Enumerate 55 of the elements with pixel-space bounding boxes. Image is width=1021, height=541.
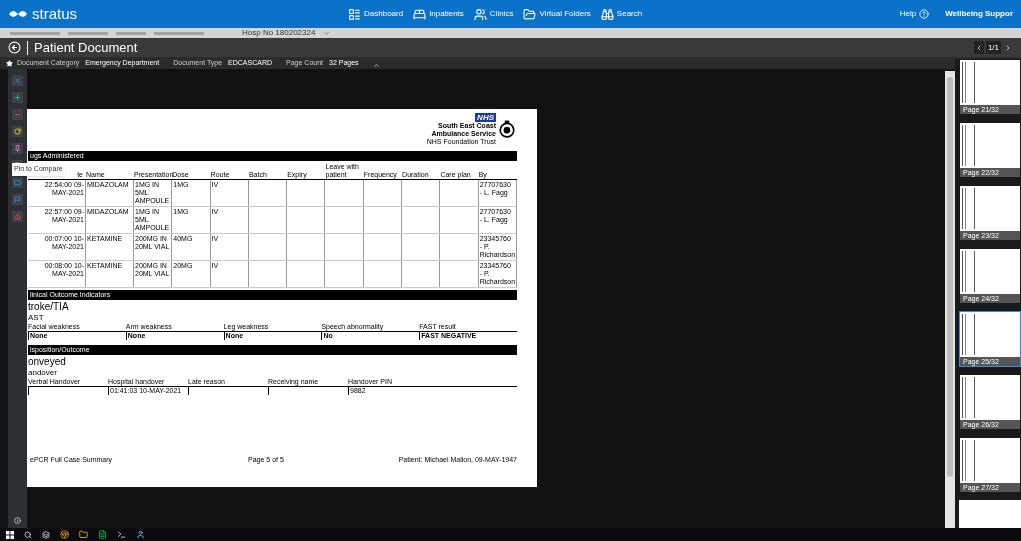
user-name[interactable]: Wellbeing Suppor xyxy=(945,8,1013,20)
folders-icon xyxy=(523,7,537,21)
rotate-icon[interactable] xyxy=(12,126,23,137)
dashboard-icon xyxy=(348,7,361,21)
previous-button[interactable] xyxy=(973,41,984,54)
thumbnail-preview xyxy=(960,186,1020,231)
hospital-number: Hosp No 180202324 xyxy=(242,29,316,37)
logo-icon xyxy=(8,8,28,20)
clinics-icon xyxy=(473,7,487,21)
folder-icon[interactable] xyxy=(12,177,23,188)
info-icon[interactable] xyxy=(14,517,21,524)
scrollbar[interactable] xyxy=(945,71,955,528)
task-view-icon[interactable] xyxy=(42,530,50,539)
thumbnail-preview xyxy=(960,60,1020,105)
page-indicator: 1/1 xyxy=(985,41,1001,54)
nav-link[interactable]: Search xyxy=(600,7,643,21)
blurred-text xyxy=(116,31,146,35)
nhs-badge: NHS xyxy=(475,112,496,122)
nav-link[interactable]: Virtual Folders xyxy=(523,7,591,21)
help-link[interactable]: Help xyxy=(899,8,930,20)
star-icon[interactable] xyxy=(6,59,13,67)
close-icon[interactable] xyxy=(12,75,23,86)
blurred-text xyxy=(68,31,108,35)
thumbnail-preview xyxy=(960,249,1020,294)
inpatients-icon xyxy=(413,7,427,21)
help-icon xyxy=(919,9,930,19)
thumbnail-preview xyxy=(960,375,1020,420)
crest-icon xyxy=(499,120,515,138)
document-icon[interactable] xyxy=(98,530,107,539)
search-icon[interactable] xyxy=(24,530,32,539)
blurred-text xyxy=(154,31,204,35)
page-title: Patient Document xyxy=(34,38,138,57)
nav-link[interactable]: Clinics xyxy=(473,7,514,21)
back-icon[interactable] xyxy=(8,41,21,54)
section-heading: troke/TIA xyxy=(28,300,70,313)
browser-icon[interactable] xyxy=(60,530,69,539)
thumbnail-preview xyxy=(960,438,1020,483)
search-icon xyxy=(600,7,614,21)
pin-icon[interactable] xyxy=(12,143,23,154)
terminal-icon[interactable] xyxy=(117,530,126,539)
thumbnail-preview xyxy=(960,123,1020,168)
thumbnail-preview xyxy=(960,312,1020,357)
zoom-in-icon[interactable] xyxy=(12,92,23,103)
subheading: AST xyxy=(28,313,45,323)
chevron-right-icon xyxy=(1004,43,1012,52)
nav-link[interactable]: Inpatients xyxy=(413,7,464,21)
section-heading: onveyed xyxy=(28,355,67,368)
subheading: andover xyxy=(28,368,58,378)
blurred-text xyxy=(10,31,60,35)
nav-link[interactable]: Dashboard xyxy=(348,7,404,21)
folder-icon[interactable] xyxy=(79,530,88,539)
chevron-up-icon[interactable] xyxy=(372,61,380,69)
app-logo: stratus xyxy=(32,3,77,24)
person-icon[interactable] xyxy=(136,530,145,539)
windows-icon[interactable] xyxy=(6,530,14,539)
